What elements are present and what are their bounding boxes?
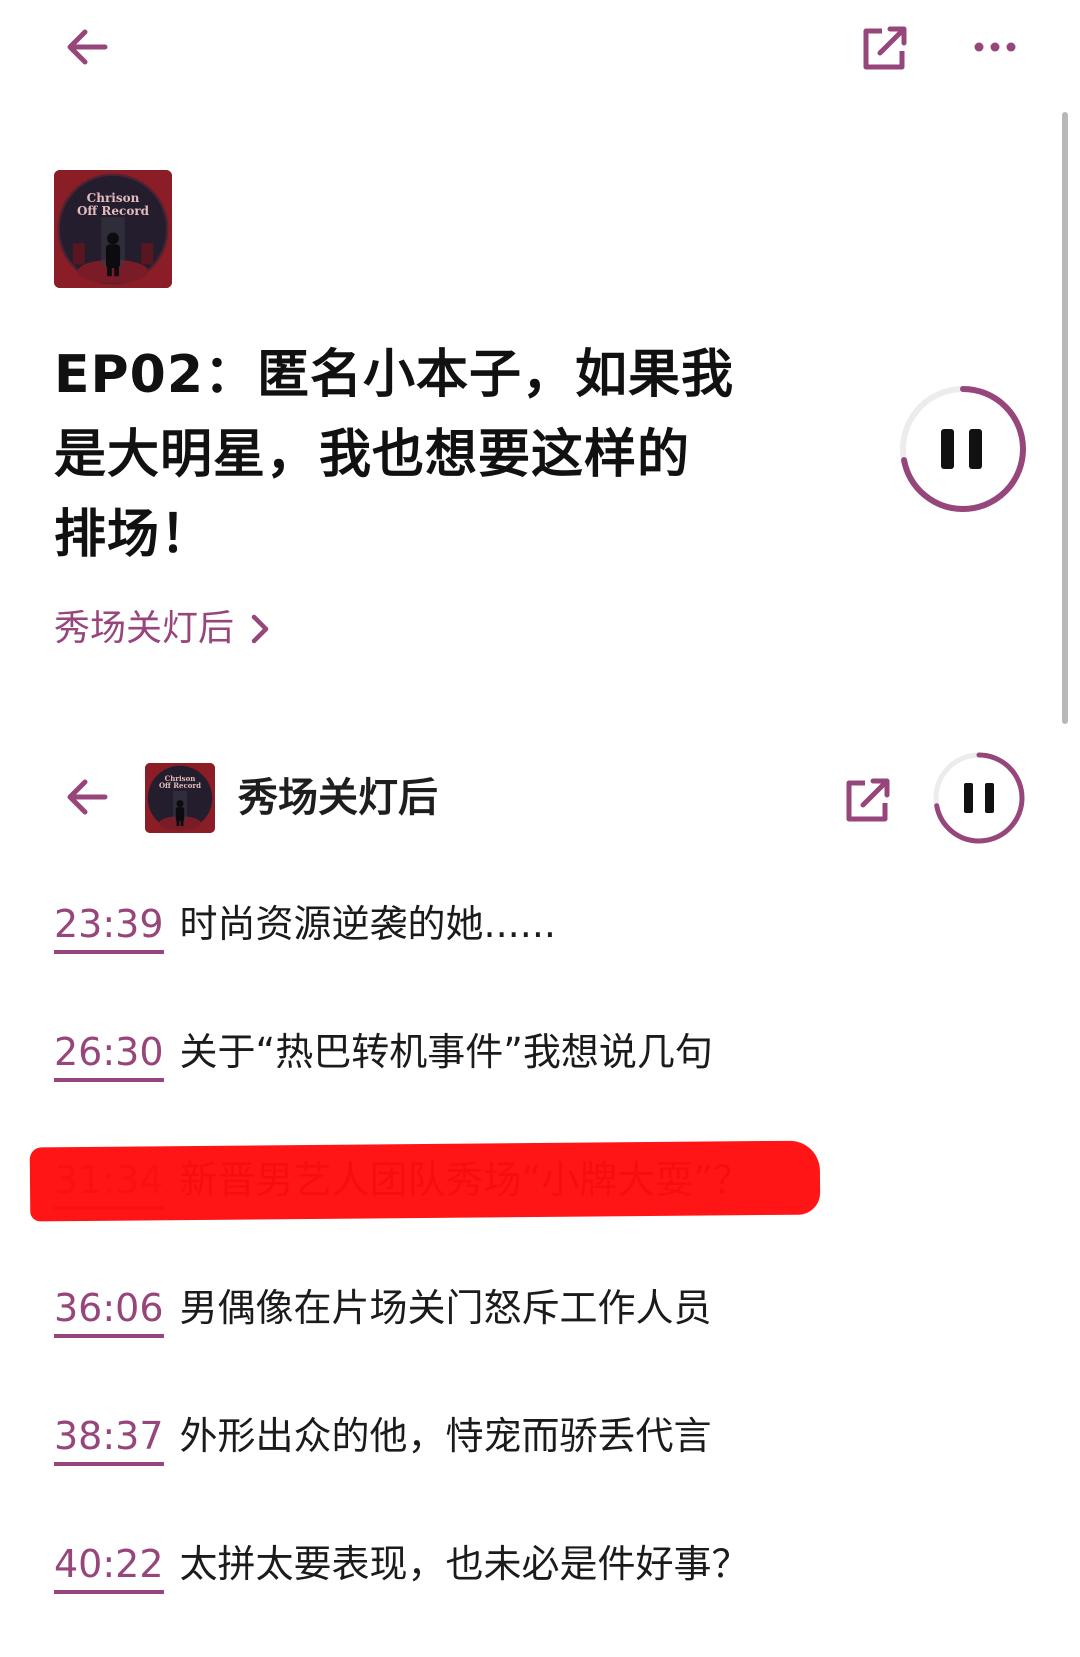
cover-art-image (54, 170, 172, 288)
share-external-icon (846, 778, 890, 822)
cover-text: Chrison Off Record (76, 191, 150, 218)
mini-podcast-cover: Chrison Off Record (145, 763, 215, 833)
more-button[interactable] (965, 20, 1025, 74)
chapter-title: 男偶像在片场关门怒斥工作人员 (179, 1286, 712, 1330)
chapter-timestamp[interactable]: 40:22 (54, 1540, 164, 1594)
pause-button[interactable] (895, 381, 1031, 517)
pause-icon (964, 783, 994, 813)
chapter-list: 23:39 时尚资源逆袭的她...... 26:30 关于“热巴转机事件”我想说… (29, 900, 954, 1657)
chapter-item[interactable]: 26:30 关于“热巴转机事件”我想说几句 (54, 1028, 954, 1156)
chapter-title: 太拼太要表现，也未必是件好事？ (179, 1542, 750, 1586)
share-button[interactable] (855, 18, 915, 78)
episode-title: EP02：匿名小本子，如果我 是大明星，我也想要这样的 排场！ (54, 335, 754, 575)
chapter-item[interactable]: 38:37 外形出众的他，恃宠而骄丢代言 (54, 1412, 954, 1540)
scrollbar[interactable] (1062, 112, 1068, 724)
podcast-name: 秀场关灯后 (54, 608, 235, 649)
podcast-name-link[interactable]: 秀场关灯后 (54, 605, 270, 653)
episode-title-line: EP02：匿名小本子，如果我 (54, 345, 734, 405)
back-arrow-icon (67, 29, 108, 65)
episode-title-line: 排场！ (54, 505, 214, 565)
cover-text: Chrison Off Record (158, 774, 202, 791)
podcast-episode-page: Chrison Off Record EP02：匿名小本子，如果我 是大明星，我… (0, 0, 1080, 1657)
pause-icon (941, 429, 982, 469)
chapter-item[interactable]: 36:06 男偶像在片场关门怒斥工作人员 (54, 1284, 954, 1412)
share-external-icon (863, 26, 907, 70)
chapter-title: 外形出众的他，恃宠而骄丢代言 (179, 1414, 712, 1458)
chapter-item[interactable]: 23:39 时尚资源逆袭的她...... (54, 900, 954, 1028)
more-dots-icon (974, 42, 1016, 52)
chapter-timestamp[interactable]: 23:39 (54, 900, 164, 954)
chapter-title: 时尚资源逆袭的她...... (179, 902, 556, 946)
mini-pause-button[interactable] (930, 749, 1028, 847)
chapter-item[interactable]: 40:22 太拼太要表现，也未必是件好事？ (54, 1540, 954, 1657)
chapter-timestamp[interactable]: 31:34 (54, 1156, 164, 1210)
back-arrow-icon (67, 779, 108, 815)
chevron-right-icon (251, 614, 269, 644)
chapter-timestamp[interactable]: 26:30 (54, 1028, 164, 1082)
chapter-timestamp[interactable]: 36:06 (54, 1284, 164, 1338)
mini-back-button[interactable] (58, 768, 116, 826)
mini-podcast-title: 秀场关灯后 (238, 775, 438, 821)
mini-share-button[interactable] (838, 770, 898, 830)
chapter-title: 新晋男艺人团队秀场“小牌大耍”？ (179, 1158, 751, 1202)
episode-title-line: 是大明星，我也想要这样的 (54, 425, 691, 485)
back-button[interactable] (58, 18, 116, 76)
chapter-title: 关于“热巴转机事件”我想说几句 (179, 1030, 713, 1074)
chapter-item[interactable]: 31:34 新晋男艺人团队秀场“小牌大耍”？ (29, 1140, 954, 1284)
chapter-timestamp[interactable]: 38:37 (54, 1412, 164, 1466)
podcast-cover: Chrison Off Record (54, 170, 172, 288)
